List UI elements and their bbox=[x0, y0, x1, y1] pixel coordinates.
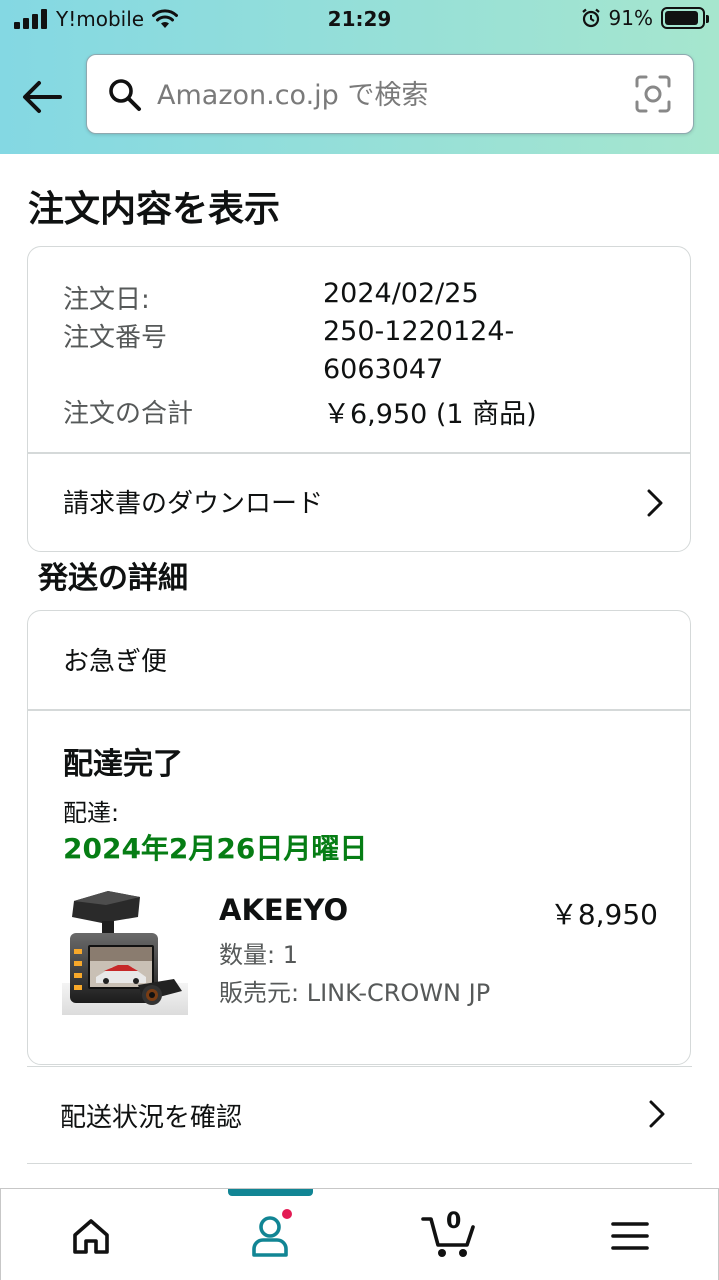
invoice-download-link[interactable]: 請求書のダウンロード bbox=[28, 453, 690, 551]
delivery-date: 2024年2月26日月曜日 bbox=[63, 832, 368, 865]
nav-cart[interactable]: 0 bbox=[401, 1189, 501, 1280]
alarm-icon bbox=[581, 8, 600, 28]
nav-home[interactable] bbox=[41, 1189, 141, 1280]
home-icon bbox=[73, 1219, 109, 1254]
status-bar: Y!mobile 21:29 91% bbox=[0, 0, 719, 42]
cart-count: 0 bbox=[446, 1209, 462, 1234]
product-image[interactable] bbox=[62, 887, 188, 1015]
invoice-download-label: 請求書のダウンロード bbox=[63, 489, 324, 519]
product-name[interactable]: AKEEYO bbox=[219, 893, 348, 927]
search-bar[interactable] bbox=[86, 54, 694, 134]
nav-account[interactable] bbox=[221, 1189, 321, 1280]
battery-icon bbox=[661, 7, 709, 29]
product-seller: 販売元: LINK-CROWN JP bbox=[219, 979, 491, 1007]
back-button[interactable] bbox=[20, 72, 64, 122]
product-quantity: 数量: 1 bbox=[219, 941, 298, 969]
back-arrow-icon bbox=[23, 81, 62, 113]
hamburger-menu-icon bbox=[611, 1222, 649, 1250]
shipping-method: お急ぎ便 bbox=[63, 647, 168, 677]
divider bbox=[28, 709, 690, 711]
order-total-value: ￥6,950 (1 商品) bbox=[323, 399, 537, 430]
nav-menu[interactable] bbox=[581, 1189, 681, 1280]
chevron-right-icon bbox=[647, 489, 663, 517]
order-number-value-line1: 250-1220124- bbox=[323, 316, 515, 347]
dashcam-image bbox=[62, 887, 188, 1015]
search-input[interactable] bbox=[157, 73, 607, 117]
app-header: Y!mobile 21:29 91% bbox=[0, 0, 719, 154]
battery-percent: 91% bbox=[608, 6, 653, 30]
search-icon bbox=[109, 79, 141, 111]
order-summary-card: 注文日: 2024/02/25 注文番号 250-1220124- 606304… bbox=[27, 246, 691, 552]
status-right: 91% bbox=[581, 6, 709, 30]
order-date-value: 2024/02/25 bbox=[323, 278, 479, 309]
shipment-section-title: 発送の詳細 bbox=[38, 561, 188, 596]
order-number-value-line2: 6063047 bbox=[323, 354, 444, 385]
account-icon bbox=[252, 1209, 292, 1257]
bottom-nav: 0 bbox=[0, 1188, 719, 1280]
active-tab-indicator bbox=[228, 1189, 313, 1196]
delivery-status-title: 配達完了 bbox=[63, 747, 183, 782]
product-price: ￥8,950 bbox=[549, 898, 658, 931]
order-total-label: 注文の合計 bbox=[63, 399, 194, 429]
camera-search-icon[interactable] bbox=[635, 75, 671, 113]
track-package-link[interactable]: 配送状況を確認 bbox=[27, 1066, 692, 1164]
delivery-label: 配達: bbox=[63, 799, 120, 827]
shipment-card: お急ぎ便 配達完了 配達: 2024年2月26日月曜日 AKEEYO ￥8,95… bbox=[27, 610, 691, 1065]
page-title: 注文内容を表示 bbox=[28, 189, 281, 230]
track-package-label: 配送状況を確認 bbox=[60, 1103, 243, 1133]
chevron-right-icon bbox=[649, 1100, 665, 1128]
order-date-label: 注文日: bbox=[63, 285, 150, 315]
battery-level bbox=[665, 11, 698, 25]
order-number-label: 注文番号 bbox=[63, 323, 168, 353]
